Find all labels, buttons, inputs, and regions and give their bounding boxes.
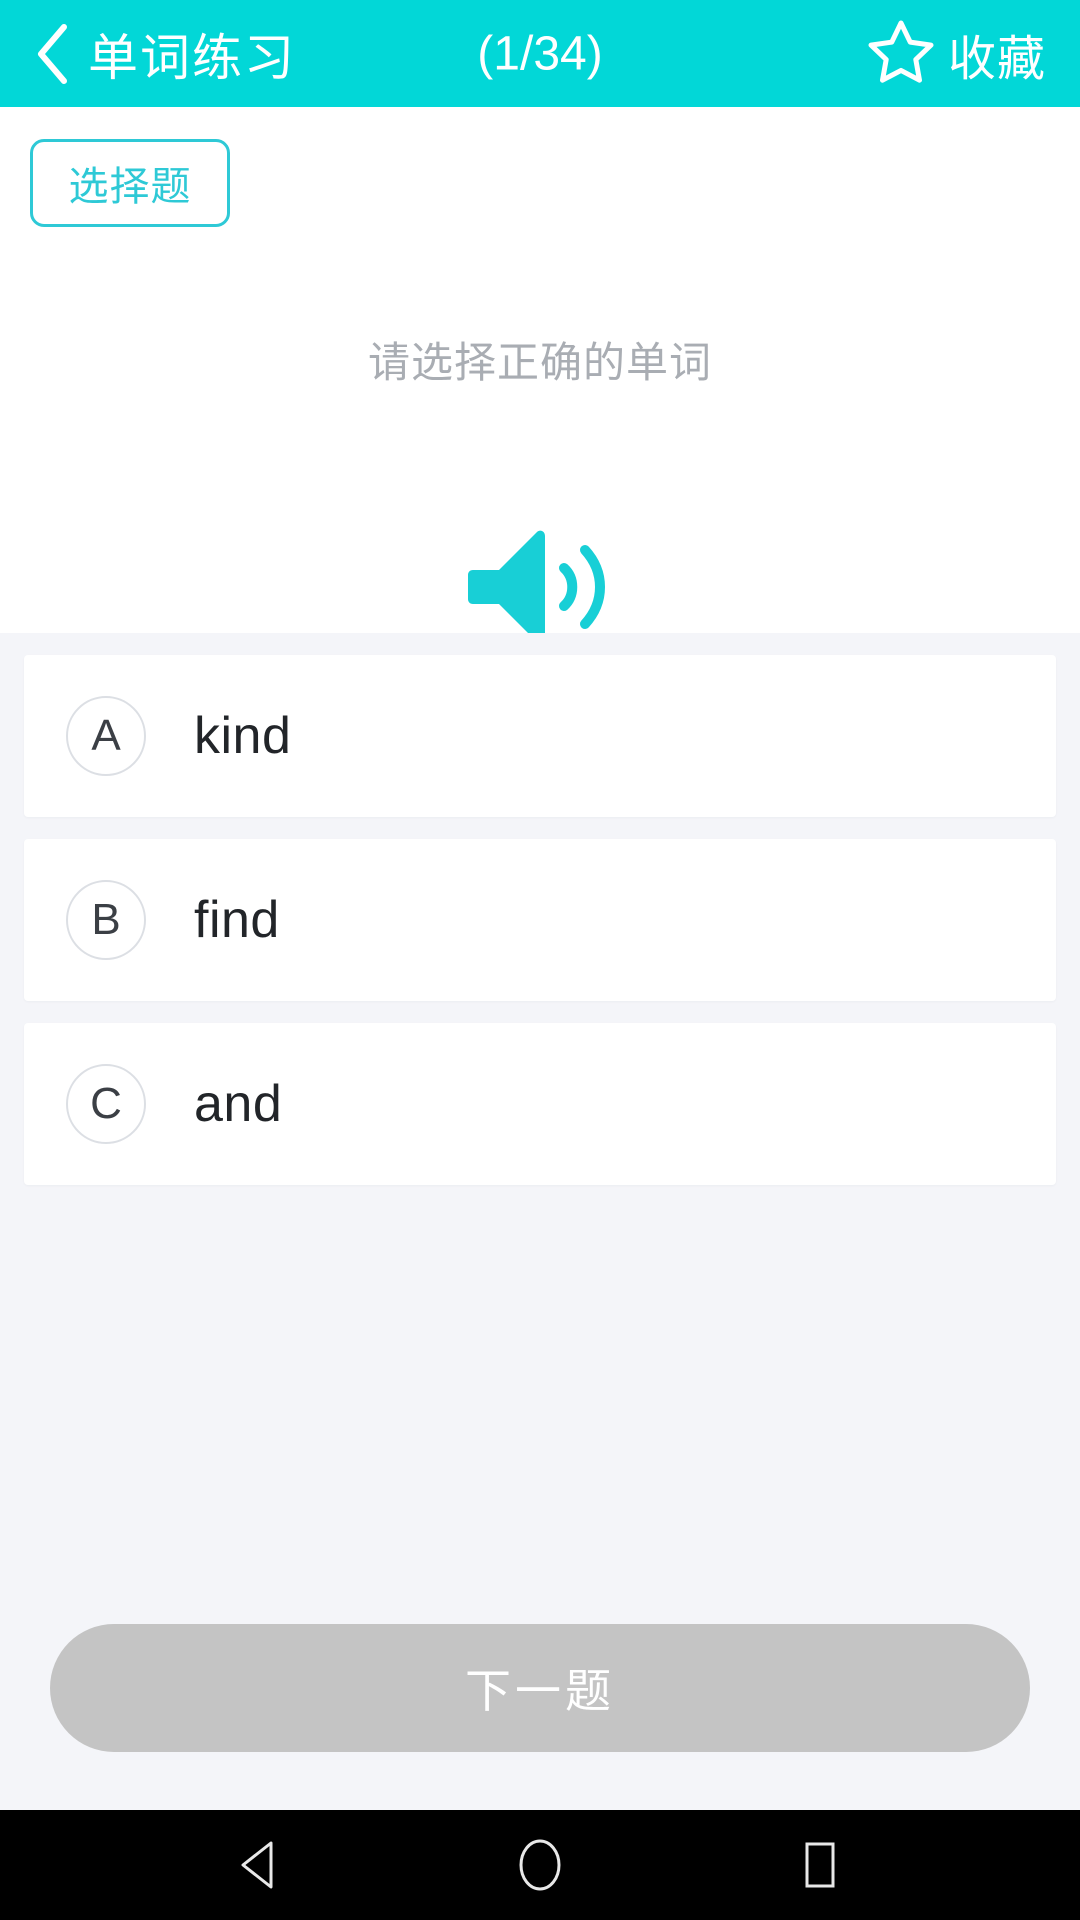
android-navbar: [0, 1810, 1080, 1920]
nav-back-button[interactable]: [205, 1810, 315, 1920]
question-type-badge: 选择题: [30, 139, 230, 227]
option-letter-b: B: [66, 880, 146, 960]
app-header: 单词练习 (1/34) 收藏: [0, 0, 1080, 107]
favorite-label: 收藏: [947, 32, 1046, 86]
star-outline-icon: [868, 19, 934, 88]
circle-home-icon: [516, 1838, 564, 1892]
app-screen: 单词练习 (1/34) 收藏 选择题 请选择正确的单词 A kind B fin…: [0, 0, 1080, 1920]
next-question-button[interactable]: 下一题: [50, 1624, 1030, 1752]
question-panel: 选择题 请选择正确的单词: [0, 107, 1080, 644]
nav-recents-button[interactable]: [765, 1810, 875, 1920]
options-list: A kind B find C and 下一题: [0, 633, 1080, 1810]
favorite-button[interactable]: 收藏: [868, 19, 1046, 89]
option-word-c: and: [194, 1075, 283, 1133]
nav-home-button[interactable]: [485, 1810, 595, 1920]
back-button[interactable]: [30, 23, 76, 85]
square-recents-icon: [798, 1839, 842, 1891]
option-row-b[interactable]: B find: [24, 839, 1056, 1001]
option-word-a: kind: [194, 707, 292, 765]
options-spacer: [0, 1207, 1080, 1624]
option-letter-a: A: [66, 696, 146, 776]
question-prompt: 请选择正确的单词: [367, 339, 712, 386]
option-row-c[interactable]: C and: [24, 1023, 1056, 1185]
option-letter-c: C: [66, 1064, 146, 1144]
option-row-a[interactable]: A kind: [24, 655, 1056, 817]
triangle-back-icon: [237, 1839, 283, 1891]
chevron-left-icon: [33, 23, 73, 85]
option-word-b: find: [194, 891, 280, 949]
footer-actions: 下一题: [0, 1624, 1080, 1810]
page-title: 单词练习: [88, 29, 296, 86]
